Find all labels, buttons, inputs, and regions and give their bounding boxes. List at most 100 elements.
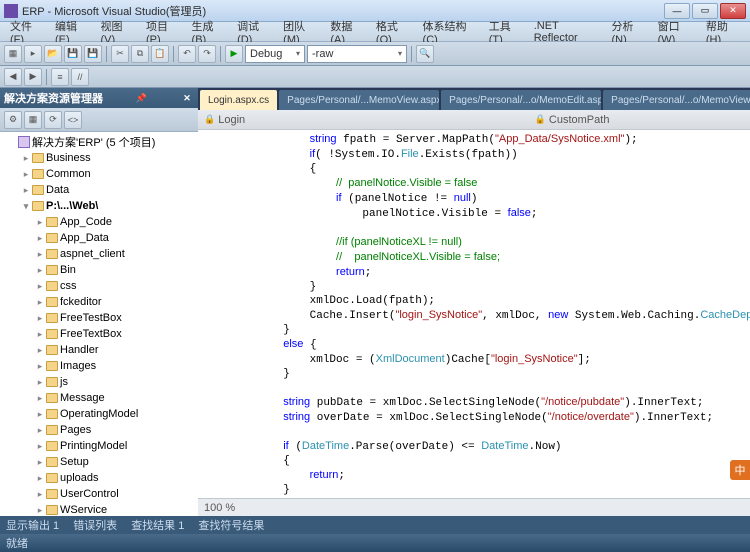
start-button[interactable]: ▶ — [225, 45, 243, 63]
status-bar: 就绪 — [0, 534, 750, 552]
tree-node[interactable]: ▾P:\...\Web\ — [2, 198, 196, 214]
find-symbol-tab[interactable]: 查找符号结果 — [198, 517, 264, 533]
tree-node[interactable]: ▸Message — [2, 390, 196, 406]
pane-title: 解决方案资源管理器 — [4, 90, 103, 106]
tree-node[interactable]: 解决方案'ERP' (5 个项目) — [2, 134, 196, 150]
toolbox-button[interactable]: ≡ — [51, 68, 69, 86]
tree-node[interactable]: ▸Handler — [2, 342, 196, 358]
find-results-tab[interactable]: 查找结果 1 — [131, 517, 184, 533]
tree-node[interactable]: ▸FreeTextBox — [2, 326, 196, 342]
fld-icon — [46, 345, 58, 355]
tree-node[interactable]: ▸OperatingModel — [2, 406, 196, 422]
fld-icon — [46, 457, 58, 467]
pin-icon[interactable]: 📌 — [135, 91, 149, 105]
tree-node[interactable]: ▸WService — [2, 502, 196, 516]
platform-combo[interactable]: -raw — [307, 45, 407, 63]
save-all-button[interactable]: 💾 — [84, 45, 102, 63]
fld-icon — [46, 265, 58, 275]
tree-label: OperatingModel — [60, 408, 138, 420]
main-area: 解决方案资源管理器 📌 ✕ ⚙ ▦ ⟳ <> 解决方案'ERP' (5 个项目)… — [0, 88, 750, 516]
fld-icon — [46, 281, 58, 291]
properties-button[interactable]: ⚙ — [4, 111, 22, 129]
fld-icon — [46, 361, 58, 371]
fld-icon — [32, 153, 44, 163]
nav-back-button[interactable]: ◀ — [4, 68, 22, 86]
show-all-button[interactable]: ▦ — [24, 111, 42, 129]
editor-area: Login.aspx.csPages/Personal/...MemoView.… — [198, 88, 750, 516]
new-project-button[interactable]: ▦ — [4, 45, 22, 63]
fld-icon — [46, 489, 58, 499]
tree-node[interactable]: ▸Bin — [2, 262, 196, 278]
tree-label: Setup — [60, 456, 89, 468]
fld-icon — [46, 217, 58, 227]
tree-node[interactable]: ▸PrintingModel — [2, 438, 196, 454]
close-pane-icon[interactable]: ✕ — [180, 91, 194, 105]
editor-tab[interactable]: Pages/Personal/...o/MemoEdit.aspx — [441, 90, 601, 110]
tree-label: fckeditor — [60, 296, 102, 308]
add-item-button[interactable]: ▸ — [24, 45, 42, 63]
fld-icon — [46, 233, 58, 243]
fld-icon — [46, 425, 58, 435]
comment-button[interactable]: // — [71, 68, 89, 86]
find-button[interactable]: 🔍 — [416, 45, 434, 63]
refresh-button[interactable]: ⟳ — [44, 111, 62, 129]
main-toolbar: ▦ ▸ 📂 💾 💾 ✂ ⧉ 📋 ↶ ↷ ▶ Debug -raw 🔍 — [0, 42, 750, 66]
tree-node[interactable]: ▸uploads — [2, 470, 196, 486]
tree-label: aspnet_client — [60, 248, 125, 260]
sol-icon — [18, 136, 30, 148]
solution-explorer-toolbar: ⚙ ▦ ⟳ <> — [0, 108, 198, 132]
output-tab[interactable]: 显示输出 1 — [6, 517, 59, 533]
view-code-button[interactable]: <> — [64, 111, 82, 129]
error-list-tab[interactable]: 错误列表 — [73, 517, 117, 533]
tree-node[interactable]: ▸FreeTestBox — [2, 310, 196, 326]
tree-node[interactable]: ▸App_Data — [2, 230, 196, 246]
fld-icon — [46, 377, 58, 387]
tree-node[interactable]: ▸Images — [2, 358, 196, 374]
solution-explorer-header: 解决方案资源管理器 📌 ✕ — [0, 88, 198, 108]
save-button[interactable]: 💾 — [64, 45, 82, 63]
editor-tab[interactable]: Pages/Personal/...MemoView.aspx.cs — [279, 90, 439, 110]
type-combo[interactable]: Login — [198, 114, 529, 126]
nav-fwd-button[interactable]: ▶ — [24, 68, 42, 86]
fld-icon — [46, 297, 58, 307]
tree-node[interactable]: ▸Setup — [2, 454, 196, 470]
tree-node[interactable]: ▸js — [2, 374, 196, 390]
tree-node[interactable]: ▸Business — [2, 150, 196, 166]
zoom-level[interactable]: 100 % — [204, 502, 235, 514]
editor-status-bar: 100 % ◈ — [198, 498, 750, 516]
member-combo[interactable]: CustomPath — [529, 114, 750, 126]
fld-icon — [46, 473, 58, 483]
tree-node[interactable]: ▸App_Code — [2, 214, 196, 230]
tree-label: uploads — [60, 472, 99, 484]
editor-tab[interactable]: Pages/Personal/...o/MemoView.aspx — [603, 90, 750, 110]
tree-node[interactable]: ▸fckeditor — [2, 294, 196, 310]
tree-label: Common — [46, 168, 91, 180]
tree-node[interactable]: ▸Pages — [2, 422, 196, 438]
tree-node[interactable]: ▸aspnet_client — [2, 246, 196, 262]
code-editor[interactable]: string fpath = Server.MapPath("App_Data/… — [198, 130, 750, 498]
tree-node[interactable]: ▸css — [2, 278, 196, 294]
toolbar-separator — [220, 46, 221, 62]
ime-badge[interactable]: 中 — [730, 460, 750, 480]
redo-button[interactable]: ↷ — [198, 45, 216, 63]
tree-label: WService — [60, 504, 107, 516]
fld-icon — [46, 441, 58, 451]
open-button[interactable]: 📂 — [44, 45, 62, 63]
config-combo[interactable]: Debug — [245, 45, 305, 63]
secondary-toolbar: ◀ ▶ ≡ // — [0, 66, 750, 88]
cut-button[interactable]: ✂ — [111, 45, 129, 63]
editor-tab[interactable]: Login.aspx.cs — [200, 90, 277, 110]
fld-icon — [46, 393, 58, 403]
tree-label: FreeTextBox — [60, 328, 122, 340]
tree-label: P:\...\Web\ — [46, 200, 98, 212]
undo-button[interactable]: ↶ — [178, 45, 196, 63]
tree-label: UserControl — [60, 488, 119, 500]
solution-tree[interactable]: 解决方案'ERP' (5 个项目)▸Business▸Common▸Data▾P… — [0, 132, 198, 516]
tree-node[interactable]: ▸Common — [2, 166, 196, 182]
toolbar-separator — [46, 69, 47, 85]
fld-icon — [32, 169, 44, 179]
paste-button[interactable]: 📋 — [151, 45, 169, 63]
tree-node[interactable]: ▸UserControl — [2, 486, 196, 502]
tree-node[interactable]: ▸Data — [2, 182, 196, 198]
copy-button[interactable]: ⧉ — [131, 45, 149, 63]
